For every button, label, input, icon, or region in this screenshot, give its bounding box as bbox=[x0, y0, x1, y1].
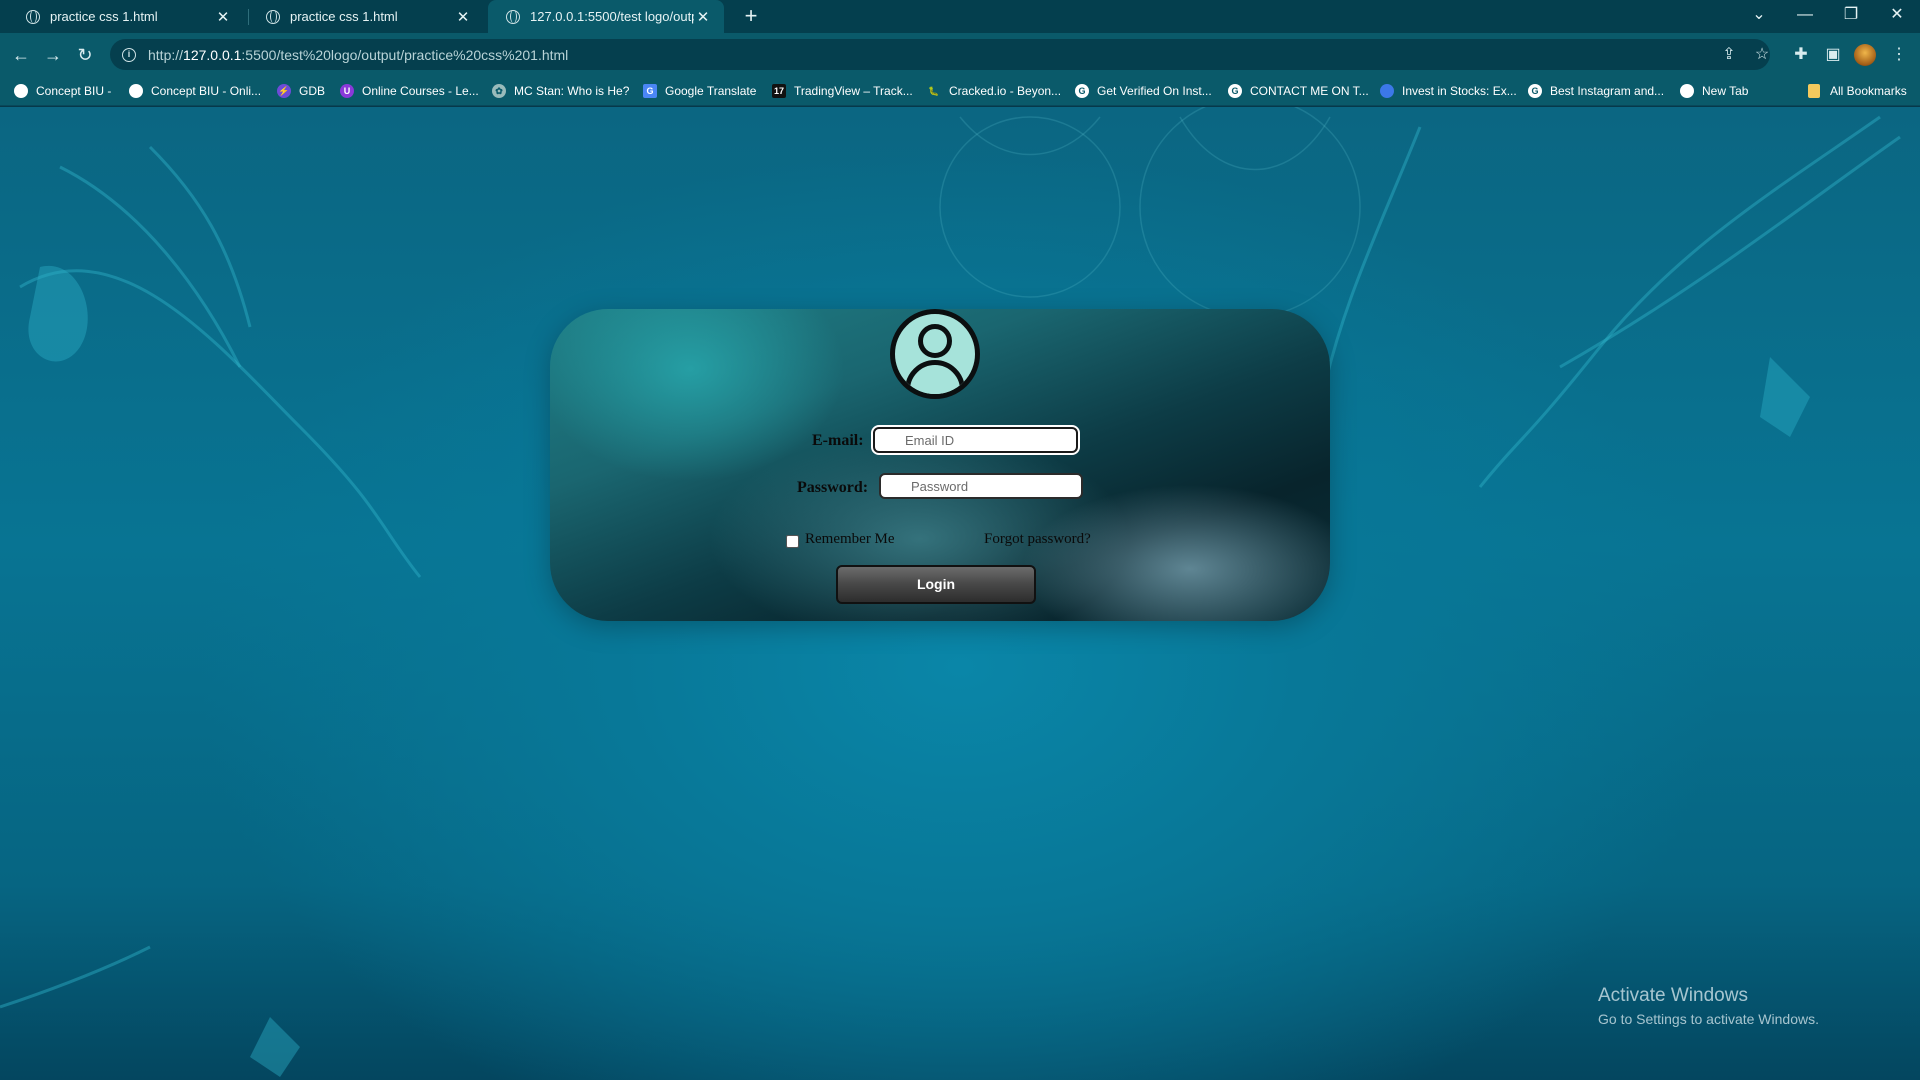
remember-me-label[interactable]: Remember Me bbox=[805, 531, 895, 548]
forgot-password-link[interactable]: Forgot password? bbox=[984, 531, 1091, 548]
bookmark-item[interactable]: New Tab bbox=[1680, 76, 1748, 106]
globe-icon bbox=[506, 9, 520, 24]
watermark-title: Activate Windows bbox=[1598, 985, 1748, 1006]
tab-practice-css-2[interactable]: practice css 1.html ✕ bbox=[248, 0, 484, 33]
forward-button[interactable]: → bbox=[40, 42, 66, 68]
side-panel-icon[interactable]: ▣ bbox=[1822, 44, 1844, 66]
bookmark-label: Invest in Stocks: Ex... bbox=[1402, 84, 1517, 98]
bookmark-item[interactable]: G Best Instagram and... bbox=[1528, 76, 1664, 106]
bookmark-label: GDB bbox=[299, 84, 326, 98]
tab-title: practice css 1.html bbox=[290, 9, 398, 24]
all-bookmarks-button[interactable]: All Bookmarks bbox=[1808, 76, 1907, 106]
bookmark-item[interactable]: G Google Translate bbox=[643, 76, 756, 106]
bookmark-item[interactable]: ✿ MC Stan: Who is He? bbox=[492, 76, 629, 106]
all-bookmarks-label: All Bookmarks bbox=[1830, 84, 1907, 98]
bookmark-label: TradingView – Track... bbox=[794, 84, 913, 98]
folder-icon bbox=[1808, 84, 1820, 98]
browser-toolbar: ← → ↻ i http://127.0.0.1:5500/test%20log… bbox=[0, 33, 1920, 76]
address-bar[interactable]: i http://127.0.0.1:5500/test%20logo/outp… bbox=[110, 39, 1770, 70]
close-icon[interactable]: ✕ bbox=[214, 8, 232, 26]
bookmark-item[interactable]: G Get Verified On Inst... bbox=[1075, 76, 1212, 106]
password-label: Password: bbox=[797, 479, 869, 496]
bookmark-item[interactable]: U Online Courses - Le... bbox=[340, 76, 479, 106]
invest-icon bbox=[1380, 84, 1394, 98]
cracked-icon: 🐛 bbox=[928, 86, 940, 96]
bookmark-label: Online Courses - Le... bbox=[362, 84, 479, 98]
avatar-head bbox=[918, 324, 952, 358]
user-avatar-icon bbox=[890, 309, 980, 399]
remember-me-checkbox[interactable] bbox=[786, 535, 799, 548]
bookmark-item[interactable]: Concept BIU - bbox=[14, 76, 111, 106]
bookmark-label: Concept BIU - Onli... bbox=[151, 84, 262, 98]
menu-icon[interactable]: ⋮ bbox=[1888, 44, 1910, 66]
bookmark-item[interactable]: 17 TradingView – Track... bbox=[772, 76, 913, 106]
google-icon: G bbox=[1528, 84, 1542, 98]
google-icon: G bbox=[1075, 84, 1089, 98]
site-info-icon[interactable]: i bbox=[122, 47, 136, 62]
back-button[interactable]: ← bbox=[8, 42, 34, 68]
close-window-button[interactable]: ✕ bbox=[1874, 0, 1920, 33]
lightning-icon: ⚡ bbox=[277, 84, 291, 98]
bookmark-label: New Tab bbox=[1702, 84, 1749, 98]
globe-icon bbox=[129, 84, 143, 98]
bookmark-item[interactable]: Invest in Stocks: Ex... bbox=[1380, 76, 1517, 106]
login-card: E-mail: Password: Remember Me Forgot pas… bbox=[550, 309, 1330, 621]
bookmark-star-icon[interactable]: ☆ bbox=[1751, 44, 1773, 66]
password-field[interactable] bbox=[879, 473, 1083, 499]
tab-search-icon[interactable]: ⌄ bbox=[1736, 0, 1782, 33]
reload-button[interactable]: ↻ bbox=[72, 42, 98, 68]
bookmark-label: Cracked.io - Beyon... bbox=[949, 84, 1062, 98]
tab-title: practice css 1.html bbox=[50, 9, 158, 24]
udemy-icon: U bbox=[340, 84, 354, 98]
bookmark-label: Best Instagram and... bbox=[1550, 84, 1665, 98]
chatgpt-icon: ✿ bbox=[492, 84, 506, 98]
globe-icon bbox=[26, 9, 40, 24]
tradingview-icon: 17 bbox=[772, 84, 786, 98]
bookmark-label: Google Translate bbox=[665, 84, 757, 98]
login-button[interactable]: Login bbox=[836, 565, 1036, 604]
email-field[interactable] bbox=[873, 427, 1078, 453]
translate-icon: G bbox=[643, 84, 657, 98]
tab-strip: practice css 1.html ✕ practice css 1.htm… bbox=[0, 0, 1920, 33]
restore-button[interactable]: ❐ bbox=[1828, 0, 1874, 33]
watermark-subtitle: Go to Settings to activate Windows. bbox=[1598, 1011, 1819, 1027]
bookmark-label: Get Verified On Inst... bbox=[1097, 84, 1212, 98]
globe-icon bbox=[266, 9, 280, 24]
bookmark-item[interactable]: G CONTACT ME ON T... bbox=[1228, 76, 1369, 106]
extensions-icon[interactable]: ✚ bbox=[1790, 44, 1812, 66]
minimize-button[interactable]: — bbox=[1782, 0, 1828, 33]
bookmark-item[interactable]: 🐛 Cracked.io - Beyon... bbox=[927, 76, 1061, 106]
email-label: E-mail: bbox=[812, 432, 864, 449]
page-viewport: E-mail: Password: Remember Me Forgot pas… bbox=[0, 107, 1920, 1080]
profile-avatar[interactable] bbox=[1854, 44, 1876, 66]
activate-windows-watermark: Activate Windows Go to Settings to activ… bbox=[1598, 985, 1819, 1027]
close-icon[interactable]: ✕ bbox=[454, 8, 472, 26]
close-icon[interactable]: ✕ bbox=[694, 8, 712, 26]
share-icon[interactable]: ⇪ bbox=[1718, 44, 1740, 66]
google-icon: G bbox=[1228, 84, 1242, 98]
tab-practice-css-1[interactable]: practice css 1.html ✕ bbox=[8, 0, 244, 33]
bookmark-label: CONTACT ME ON T... bbox=[1250, 84, 1369, 98]
tab-title: 127.0.0.1:5500/test logo/output/ bbox=[530, 9, 694, 24]
tab-active-localhost[interactable]: 127.0.0.1:5500/test logo/output/ ✕ bbox=[488, 0, 724, 33]
bookmark-item[interactable]: Concept BIU - Onli... bbox=[129, 76, 261, 106]
bookmark-label: MC Stan: Who is He? bbox=[514, 84, 630, 98]
new-tab-button[interactable]: + bbox=[738, 3, 764, 29]
globe-icon bbox=[14, 84, 28, 98]
url-text: http://127.0.0.1:5500/test%20logo/output… bbox=[148, 46, 569, 63]
avatar-body bbox=[905, 360, 965, 394]
globe-icon bbox=[1680, 84, 1694, 98]
bookmark-item[interactable]: ⚡ GDB bbox=[277, 76, 325, 106]
bookmarks-bar: Concept BIU - Concept BIU - Onli... ⚡ GDB… bbox=[0, 76, 1920, 106]
bookmark-label: Concept BIU - bbox=[36, 84, 112, 98]
